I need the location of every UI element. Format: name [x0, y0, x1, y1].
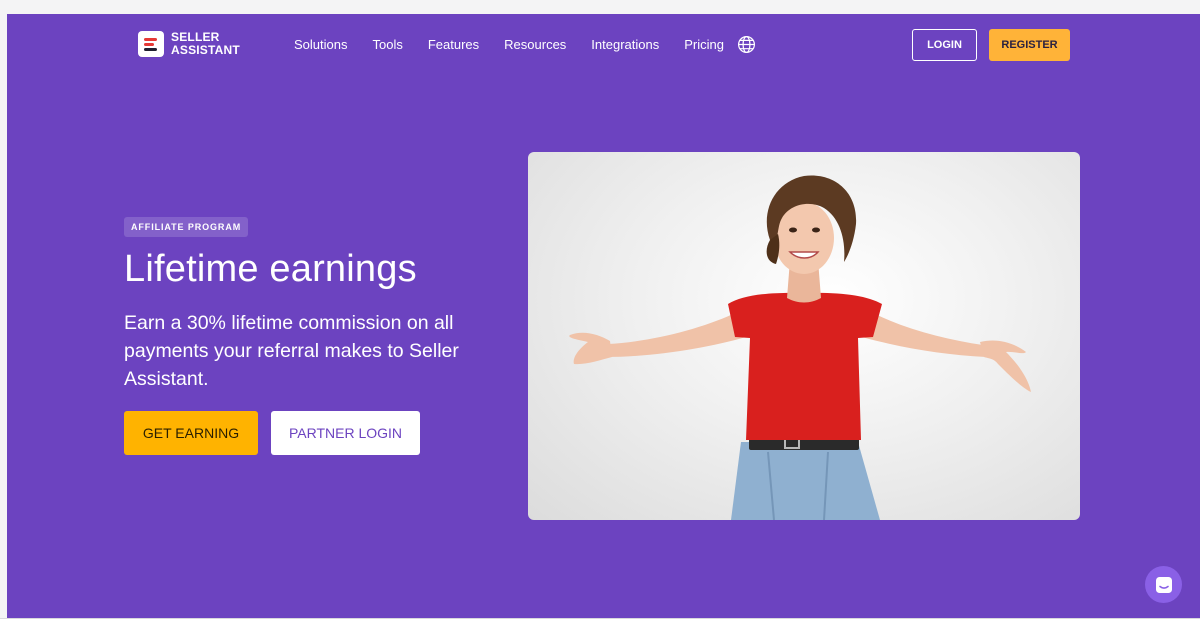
brand-logo[interactable]: SELLER ASSISTANT [138, 31, 240, 57]
globe-icon[interactable] [737, 35, 756, 54]
nav-item-features[interactable]: Features [428, 38, 479, 52]
nav-item-integrations[interactable]: Integrations [591, 38, 659, 52]
register-button[interactable]: REGISTER [989, 29, 1070, 61]
nav-item-resources[interactable]: Resources [504, 38, 566, 52]
hero-title: Lifetime earnings [124, 248, 417, 290]
page-frame: SELLER ASSISTANT Solutions Tools Feature… [7, 14, 1200, 618]
woman-illustration [569, 175, 1031, 520]
hero-subtitle: Earn a 30% lifetime commission on all pa… [124, 312, 459, 390]
chat-launcher-button[interactable] [1145, 566, 1182, 603]
brand-name: SELLER ASSISTANT [171, 31, 240, 57]
partner-login-button[interactable]: PARTNER LOGIN [271, 411, 420, 455]
login-button[interactable]: LOGIN [912, 29, 977, 61]
affiliate-program-badge: AFFILIATE PROGRAM [124, 217, 249, 237]
logo-mark-icon [138, 31, 164, 57]
nav-item-solutions[interactable]: Solutions [294, 38, 347, 52]
hero-image [528, 152, 1080, 520]
main-nav: Solutions Tools Features Resources Integ… [294, 38, 749, 52]
chat-icon [1155, 576, 1172, 593]
get-earning-button[interactable]: GET EARNING [124, 411, 258, 455]
bottom-edge [0, 618, 1200, 628]
nav-item-tools[interactable]: Tools [372, 38, 402, 52]
nav-item-pricing[interactable]: Pricing [684, 38, 724, 52]
brand-line-2: ASSISTANT [171, 43, 240, 57]
